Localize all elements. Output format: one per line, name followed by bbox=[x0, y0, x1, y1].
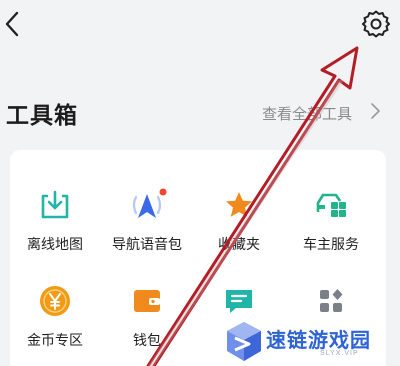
tool-voice-pack[interactable]: 导航语音包 bbox=[102, 188, 192, 278]
tool-label: 钱包 bbox=[133, 332, 161, 348]
tool-offline-map[interactable]: 离线地图 bbox=[10, 188, 100, 278]
notification-dot bbox=[159, 188, 167, 196]
top-bar bbox=[0, 0, 400, 60]
tool-label: 离线地图 bbox=[27, 236, 83, 252]
watermark-text: 速链游戏园 bbox=[266, 330, 371, 352]
gear-icon bbox=[362, 10, 390, 38]
chevron-right-icon bbox=[371, 103, 380, 119]
tool-wallet[interactable]: 钱包 bbox=[102, 284, 192, 366]
yen-coin-icon bbox=[40, 286, 70, 316]
car-service-icon bbox=[316, 193, 346, 217]
tool-label: 导航语音包 bbox=[112, 236, 182, 252]
toolbox-title: 工具箱 bbox=[6, 102, 78, 128]
watermark: 速链游戏园 SLYX.VIP bbox=[224, 320, 394, 366]
download-box-icon bbox=[41, 190, 69, 219]
tool-favorites[interactable]: 收藏夹 bbox=[194, 188, 284, 278]
star-icon bbox=[226, 192, 252, 217]
view-all-chevron[interactable] bbox=[368, 102, 382, 120]
settings-button[interactable] bbox=[360, 8, 392, 40]
cube-logo-icon bbox=[227, 322, 261, 361]
tool-gold-coins[interactable]: 金币专区 bbox=[10, 284, 100, 366]
wallet-icon bbox=[134, 290, 160, 312]
tool-label: 收藏夹 bbox=[218, 236, 260, 252]
tool-label: 金币专区 bbox=[27, 332, 83, 348]
view-all-tools-link[interactable]: 查看全部工具 bbox=[262, 103, 352, 124]
more-grid-icon bbox=[320, 289, 343, 312]
chat-message-icon bbox=[226, 290, 252, 313]
watermark-url: SLYX.VIP bbox=[320, 350, 359, 357]
navigation-arrow-icon bbox=[132, 188, 167, 218]
chevron-left-icon bbox=[5, 11, 19, 37]
toolbox-header: 工具箱 查看全部工具 bbox=[0, 90, 400, 134]
tool-car-owner-service[interactable]: 车主服务 bbox=[286, 188, 376, 278]
back-button[interactable] bbox=[2, 10, 24, 38]
tool-label: 车主服务 bbox=[303, 236, 359, 252]
